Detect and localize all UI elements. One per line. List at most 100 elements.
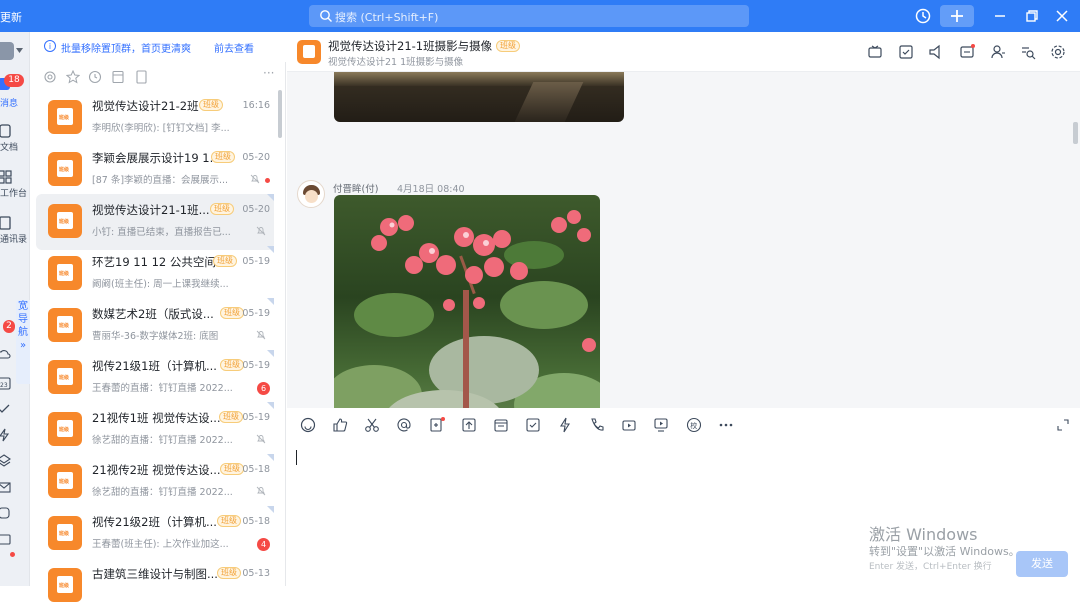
cloud-icon[interactable] xyxy=(0,348,11,362)
layers-icon[interactable] xyxy=(0,454,11,468)
folder-icon[interactable] xyxy=(0,532,11,546)
previous-image-message[interactable] xyxy=(334,72,624,122)
conversation-name: 视传21级1班（计算机... xyxy=(92,359,217,373)
user-avatar[interactable] xyxy=(0,40,30,62)
class-tag: 班级 xyxy=(496,40,520,52)
chevron-down-icon xyxy=(16,48,23,53)
minimize-icon[interactable] xyxy=(990,6,1010,26)
todo-icon[interactable] xyxy=(525,417,541,433)
conversation-item[interactable]: 班级 数媒艺术2班（版式设... 班级 05-19 曹丽华-36-数字媒体2班: 底图 xyxy=(36,298,274,354)
activation-watermark-subtitle: 转到"设置"以激活 Windows。 xyxy=(869,545,1020,558)
chat-panel: 视觉传达设计21-1班摄影与摄像 班级 视觉传达设计21 1班摄影与摄像 付晋眸… xyxy=(287,32,1080,586)
pinned-corner xyxy=(267,454,274,461)
scissors-icon[interactable] xyxy=(364,417,380,433)
unread-badge: 18 xyxy=(4,74,24,87)
scrollbar[interactable] xyxy=(1073,122,1078,144)
book-icon: 班级 xyxy=(57,576,73,593)
more-icon[interactable] xyxy=(718,417,734,433)
add-member-icon[interactable] xyxy=(990,44,1006,60)
global-search-input[interactable]: 搜索 (Ctrl+Shift+F) xyxy=(309,5,749,27)
conversation-item[interactable]: 班级 古建筑三维设计与制图... 班级 05-13 xyxy=(36,558,274,614)
group-avatar: 班级 xyxy=(48,100,82,134)
muted-bell-icon xyxy=(256,486,266,496)
group-avatar: 班级 xyxy=(48,204,82,238)
settings-icon[interactable] xyxy=(1050,44,1066,60)
mention-icon[interactable] xyxy=(396,417,412,433)
sidebar-item-messages[interactable]: 18 消息 xyxy=(0,74,30,110)
svg-text:校: 校 xyxy=(690,421,697,430)
sidebar-item-contacts[interactable]: 通讯录 xyxy=(0,216,30,246)
mention-filter-icon[interactable] xyxy=(43,70,57,84)
send-button[interactable]: 发送 xyxy=(1016,551,1068,577)
conversation-time: 05-13 xyxy=(242,568,270,579)
conversation-name: 视觉传达设计21-2班 ... xyxy=(92,99,214,113)
screen-share-icon[interactable] xyxy=(653,417,669,433)
conversation-item[interactable]: 班级 视传21级2班（计算机... 班级 05-18 王春蕾(班主任): 上次作业加这.… xyxy=(36,506,274,562)
conversation-name: 环艺19 11 12 公共空间 xyxy=(92,255,216,269)
avatar-text: 班级 xyxy=(59,479,70,485)
doc-add-icon[interactable] xyxy=(429,417,445,433)
conversation-name: 视传21级2班（计算机... xyxy=(92,515,217,529)
sidebar-item-label: 消息 xyxy=(0,99,19,109)
conversation-item[interactable]: 班级 视传21级1班（计算机... 班级 05-19 王春蕾的直播：钉钉直播 2022.… xyxy=(36,350,274,406)
todo-icon[interactable] xyxy=(0,402,11,416)
class-tag: 班级 xyxy=(199,99,223,111)
sender-name[interactable]: 付晋眸(付) xyxy=(333,181,378,195)
star-filter-icon[interactable] xyxy=(66,70,80,84)
phone-icon[interactable] xyxy=(589,417,605,433)
group-filter-icon[interactable] xyxy=(111,70,125,84)
ding-icon[interactable] xyxy=(0,428,11,442)
sidebar-item-docs[interactable]: 文档 xyxy=(0,124,30,154)
group-avatar[interactable] xyxy=(297,40,321,64)
history-icon[interactable] xyxy=(913,6,933,26)
conversation-item[interactable]: 班级 21视传2班 视觉传达设... 班级 05-18 徐艺甜的直播：钉钉直播 2022… xyxy=(36,454,274,510)
task-icon[interactable] xyxy=(898,44,914,60)
conversation-time: 05-19 xyxy=(242,360,270,371)
message-board-icon[interactable] xyxy=(959,44,975,60)
conversation-preview: 小钉: 直播已结束，直播报告已... xyxy=(92,227,231,238)
pinned-corner xyxy=(267,402,274,409)
sidebar-item-workbench[interactable]: 工作台 xyxy=(0,170,30,200)
create-button[interactable] xyxy=(940,5,974,27)
more-icon[interactable]: ··· xyxy=(263,66,274,80)
live-icon[interactable] xyxy=(621,417,637,433)
unread-dot xyxy=(265,178,270,183)
emoji-icon[interactable] xyxy=(300,417,316,433)
notice-action-link[interactable]: 前去查看 xyxy=(214,40,254,55)
restore-icon[interactable] xyxy=(1022,6,1042,26)
update-label[interactable]: 更新 xyxy=(0,9,22,25)
thumbs-up-icon[interactable] xyxy=(332,417,348,433)
conversation-item[interactable]: 班级 21视传1班 视觉传达设... 班级 05-19 徐艺甜的直播：钉钉直播 2022… xyxy=(36,402,274,458)
filter-bar: ··· xyxy=(30,66,286,88)
conversation-item[interactable]: 班级 李颖会展展示设计19 1... 班级 05-20 [87 条]李颖的直播：会展展示… xyxy=(36,142,274,198)
upload-icon[interactable] xyxy=(461,417,477,433)
conversation-item[interactable]: 班级 视觉传达设计21-1班... 班级 05-20 小钉: 直播已结束，直播报告已..… xyxy=(36,194,274,250)
avatar-text: 班级 xyxy=(59,531,70,537)
live-icon[interactable] xyxy=(867,44,883,60)
wide-nav-toggle[interactable]: 宽 导 航 » xyxy=(16,300,30,384)
school-icon[interactable]: 校 xyxy=(686,417,702,433)
chat-title[interactable]: 视觉传达设计21-1班摄影与摄像 xyxy=(328,38,492,54)
sidebar-item-label: 通讯录 xyxy=(0,235,28,245)
file-filter-icon[interactable] xyxy=(134,70,148,84)
input-toolbar: 校 xyxy=(287,408,1080,442)
close-icon[interactable] xyxy=(1052,6,1072,26)
conversation-item[interactable]: 班级 环艺19 11 12 公共空间 班级 05-19 阚阚(班主任): 周一上课我继续… xyxy=(36,246,274,302)
conversation-item[interactable]: 班级 视觉传达设计21-2班 ... 班级 16:16 李明欣(李明欣): [钉钉文档]… xyxy=(36,90,274,146)
flower-photo-message[interactable] xyxy=(334,195,600,440)
scrollbar[interactable] xyxy=(278,90,282,138)
calendar-icon[interactable]: 23 xyxy=(0,376,11,390)
mail-icon[interactable] xyxy=(0,480,11,494)
book-icon: 班级 xyxy=(57,472,73,489)
sender-avatar[interactable] xyxy=(297,180,325,208)
muted-bell-icon xyxy=(256,226,266,236)
ding-icon[interactable] xyxy=(557,417,573,433)
search-history-icon[interactable] xyxy=(1020,44,1036,60)
announce-icon[interactable] xyxy=(928,44,944,60)
expand-icon[interactable] xyxy=(1055,417,1071,433)
clock-filter-icon[interactable] xyxy=(88,70,102,84)
calendar-icon[interactable] xyxy=(493,417,509,433)
drive-icon[interactable] xyxy=(0,506,11,520)
badge: 2 xyxy=(3,320,15,333)
conversation-time: 05-18 xyxy=(242,516,270,527)
